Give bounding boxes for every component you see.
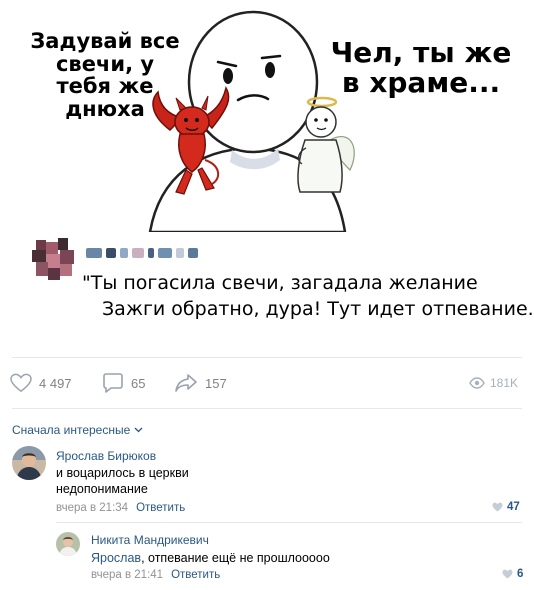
author-name-blurred <box>86 248 198 258</box>
share-icon <box>175 374 197 392</box>
comment-icon <box>103 373 123 393</box>
post-author-redacted <box>30 238 510 280</box>
divider <box>12 408 522 409</box>
comment-button[interactable]: 65 <box>102 370 145 396</box>
post-text-line: Зажги обратно, дура! Тут идет отпевание.… <box>102 298 534 320</box>
comment-text: Ярослав, отпевание ещё не прошлооооо <box>91 550 330 566</box>
comment-sort-label: Сначала интересные <box>12 423 131 437</box>
post-actions: 4 497 65 157 181K <box>10 370 524 396</box>
share-button[interactable]: 157 <box>174 370 227 396</box>
eye-icon <box>469 377 485 389</box>
meme-image[interactable]: Задувай все свечи, у тебя же днюха Чел, … <box>0 0 534 234</box>
reply-button[interactable]: Ответить <box>136 502 185 514</box>
comment-meta: вчера в 21:41 Ответить <box>91 569 220 581</box>
divider <box>12 357 522 358</box>
comment-text-line: и воцарилось в церкви <box>56 466 189 480</box>
reply-button[interactable]: Ответить <box>171 569 220 581</box>
mention-link[interactable]: Ярослав <box>91 551 141 565</box>
views-counter: 181K <box>469 370 518 396</box>
user-photo <box>56 532 80 556</box>
avatar[interactable] <box>56 532 80 556</box>
meme-left-caption: Задувай все свечи, у тебя же днюха <box>30 29 180 122</box>
heart-icon <box>502 569 513 579</box>
comment-count: 65 <box>131 375 146 391</box>
post-text-line: "Ты погасила свечи, загадала желание <box>82 272 478 294</box>
meme-right-caption: Чел, ты же в храме... <box>330 36 512 100</box>
view-count: 181K <box>489 376 518 390</box>
comment-like-button[interactable]: 6 <box>502 568 523 580</box>
avatar[interactable] <box>12 446 46 480</box>
comment-like-count: 6 <box>517 568 524 580</box>
like-count: 4 497 <box>39 375 72 391</box>
comment-author[interactable]: Ярослав Бирюков <box>56 449 156 463</box>
comment-time[interactable]: вчера в 21:41 <box>91 569 163 581</box>
comment-author[interactable]: Никита Мандрикевич <box>91 533 209 547</box>
like-button[interactable]: 4 497 <box>10 370 72 396</box>
share-count: 157 <box>205 375 227 391</box>
divider <box>56 522 522 523</box>
comment-time[interactable]: вчера в 21:34 <box>56 502 128 514</box>
comment-text-body: , отпевание ещё не прошлооооо <box>141 551 330 565</box>
comment-like-count: 47 <box>507 501 520 513</box>
heart-icon <box>10 373 32 393</box>
user-photo <box>12 446 46 480</box>
comment-like-button[interactable]: 47 <box>492 501 520 513</box>
heart-icon <box>492 502 503 512</box>
comment-text-line: недопонимание <box>56 482 148 496</box>
comment-sort-dropdown[interactable]: Сначала интересные <box>12 423 143 437</box>
comment-meta: вчера в 21:34 Ответить <box>56 502 185 514</box>
chevron-down-icon <box>134 427 143 433</box>
post-text: "Ты погасила свечи, загадала желание Заж… <box>82 270 534 322</box>
author-avatar-blurred <box>32 238 74 280</box>
